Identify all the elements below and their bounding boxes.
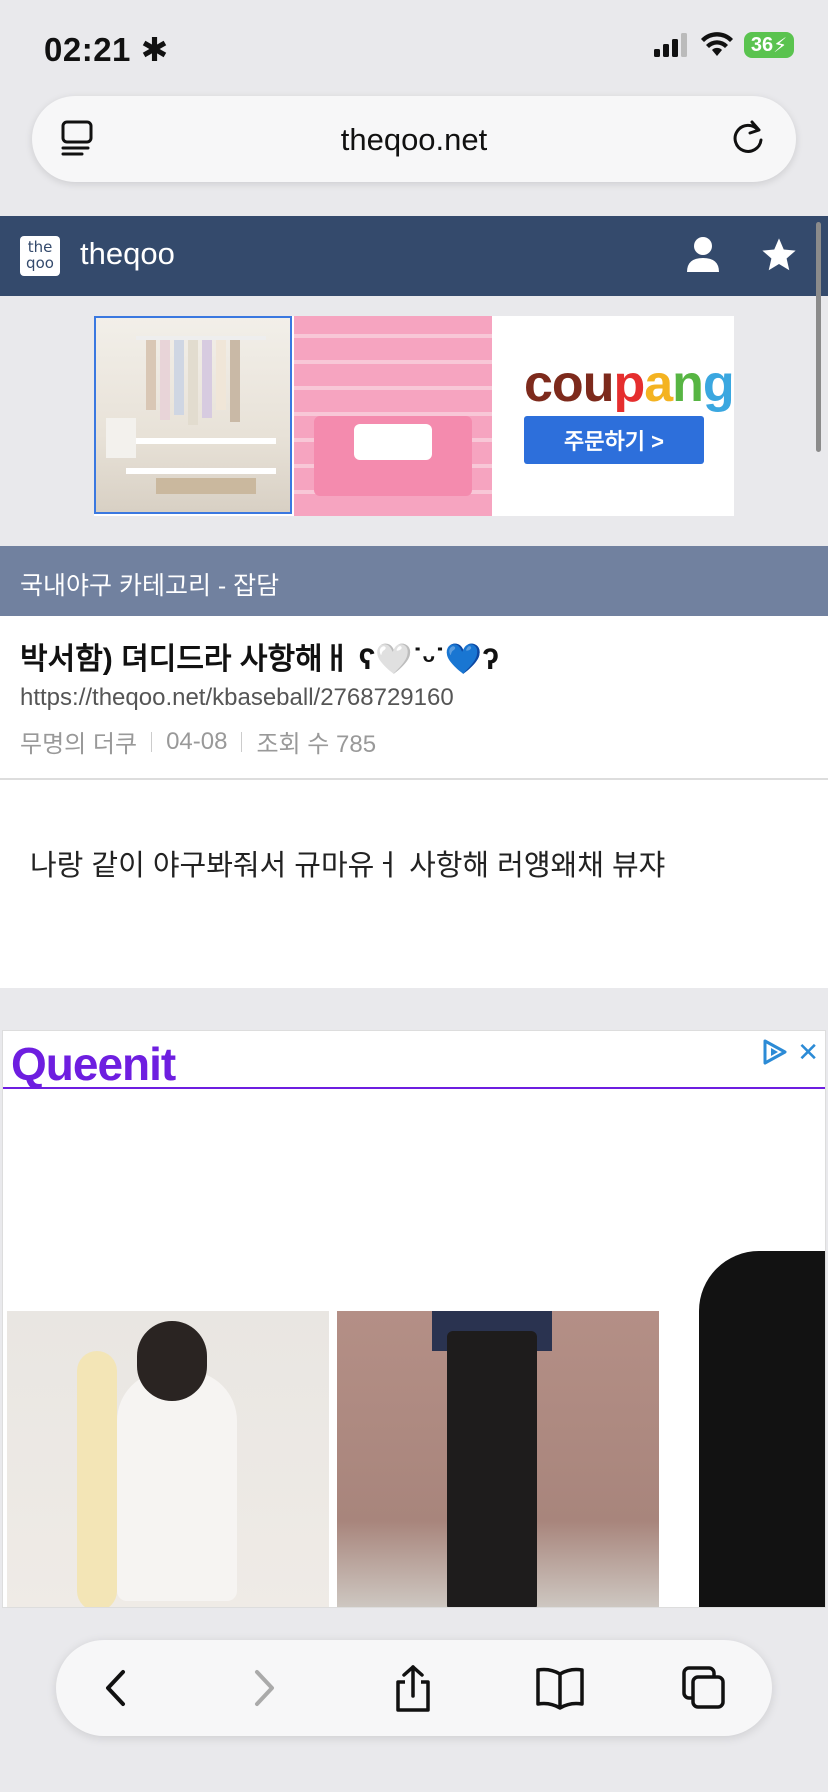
wipes-pack [314,416,472,496]
ad-product-swimsuit[interactable] [7,1311,329,1607]
adchoices-icon[interactable] [761,1039,789,1065]
post-article: 박서함) 뎌디드라 사항해ㅐ ʕ🤍˙ᵕ˙💙ʔ https://theqoo.ne… [0,616,828,988]
user-icon[interactable] [686,236,720,274]
forward-icon[interactable] [244,1664,284,1712]
scroll-indicator[interactable] [816,222,821,452]
jacket-image [699,1251,825,1607]
coupang-brand-area[interactable]: coupang 주문하기 > [494,316,735,516]
site-logo[interactable]: the qoo [20,236,60,276]
order-button[interactable]: 주문하기 > [524,416,704,464]
model-pants [447,1331,537,1607]
surfboard [77,1351,117,1607]
site-name[interactable]: theqoo [80,236,175,272]
battery-icon: 36 ⚡ [744,32,794,58]
status-time: 02:21 ✱ [44,31,169,68]
meta-separator [241,731,243,752]
post-body: 나랑 같이 야구봐줘서 규마유ㅓ 사항해 러얭왜채 뷰쟈 [30,850,666,882]
ad-close-icon[interactable]: ✕ [797,1037,819,1068]
cellular-signal-icon [654,33,687,57]
ad-product-clothes-rack[interactable] [94,316,292,514]
post-author: 무명의 더쿠 [20,731,138,758]
browser-toolbar [56,1640,772,1736]
queenit-ad[interactable]: Queenit ✕ [2,1030,826,1608]
post-url[interactable]: https://theqoo.net/kbaseball/2768729160 [20,684,454,712]
star-icon[interactable] [760,236,798,274]
share-icon[interactable] [390,1664,436,1714]
post-title: 박서함) 뎌디드라 사항해ㅐ ʕ🤍˙ᵕ˙💙ʔ [20,643,499,676]
coupang-logo: coupang [524,355,735,413]
meta-separator [151,731,153,752]
post-date: 04-08 [166,727,228,755]
battery-level: 36 [750,33,774,56]
ad-product-jacket[interactable] [669,1251,825,1607]
divider [0,778,828,780]
coupang-ad-banner[interactable]: coupang 주문하기 > [94,316,735,516]
url-text[interactable]: theqoo.net [32,122,796,158]
category-label[interactable]: 국내야구 카테고리 - 잡담 [20,566,279,602]
site-header: the qoo theqoo [0,216,828,296]
model-head [137,1321,207,1401]
back-icon[interactable] [96,1664,136,1712]
queenit-divider [3,1087,825,1089]
wifi-icon [701,32,733,56]
ad-product-pants[interactable] [337,1311,659,1607]
address-bar[interactable]: theqoo.net [32,96,796,182]
reload-icon[interactable] [728,118,768,158]
post-meta: 무명의 더쿠 04-08 조회 수 785 [20,724,376,759]
post-views: 조회 수 785 [256,731,377,758]
model-figure [117,1371,237,1601]
bookmarks-icon[interactable] [534,1664,586,1712]
clothes-rack-illustration [106,336,276,494]
category-bar[interactable]: 국내야구 카테고리 - 잡담 [0,546,828,616]
tabs-icon[interactable] [680,1664,728,1712]
status-icons: 36 ⚡ [654,32,794,58]
ad-product-wet-wipes[interactable] [294,316,492,516]
queenit-logo[interactable]: Queenit [11,1037,176,1091]
